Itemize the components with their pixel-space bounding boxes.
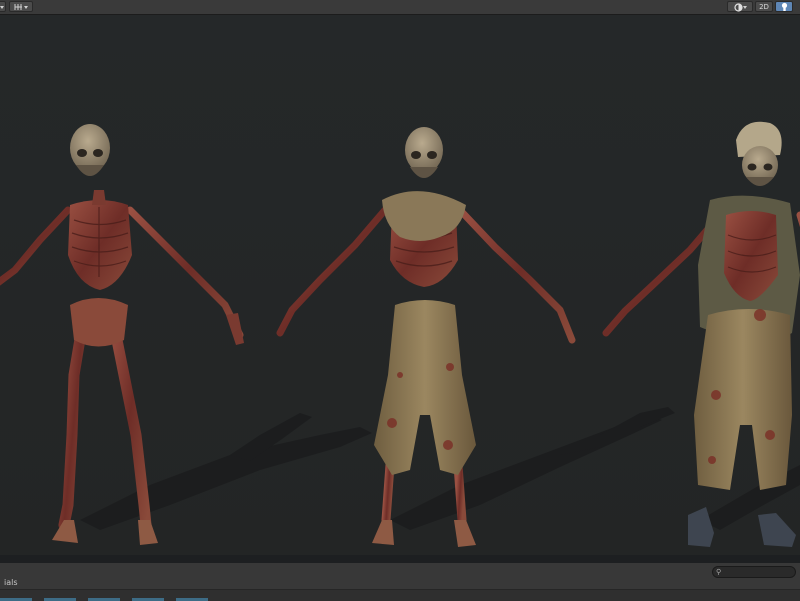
breadcrumb-label[interactable]: ials [0,577,22,589]
asset-thumbnail-strip [0,589,800,601]
toggle-2d-button[interactable]: 2D [755,1,773,12]
dropdown-button[interactable] [0,1,6,12]
chevron-down-icon [742,5,747,9]
scene-lighting-button[interactable] [775,1,793,12]
gizmo-toggle-button[interactable] [9,1,33,12]
chevron-down-icon [24,5,28,9]
toggle-2d-label: 2D [759,3,769,11]
search-icon: ⚲ [716,568,722,576]
scene-render [0,15,800,555]
dropdown-arrow-icon [0,5,4,9]
gizmo-grid-icon [14,4,22,10]
project-panel: ⚲ ials [0,563,800,601]
shading-mode-button[interactable] [727,1,753,12]
panel-divider[interactable] [0,555,800,563]
shading-mode-icon [733,2,743,12]
scene-toolbar: 2D [0,0,800,15]
scene-viewport[interactable] [0,15,800,555]
scene-lighting-icon [781,2,787,11]
search-field[interactable]: ⚲ [712,566,796,578]
